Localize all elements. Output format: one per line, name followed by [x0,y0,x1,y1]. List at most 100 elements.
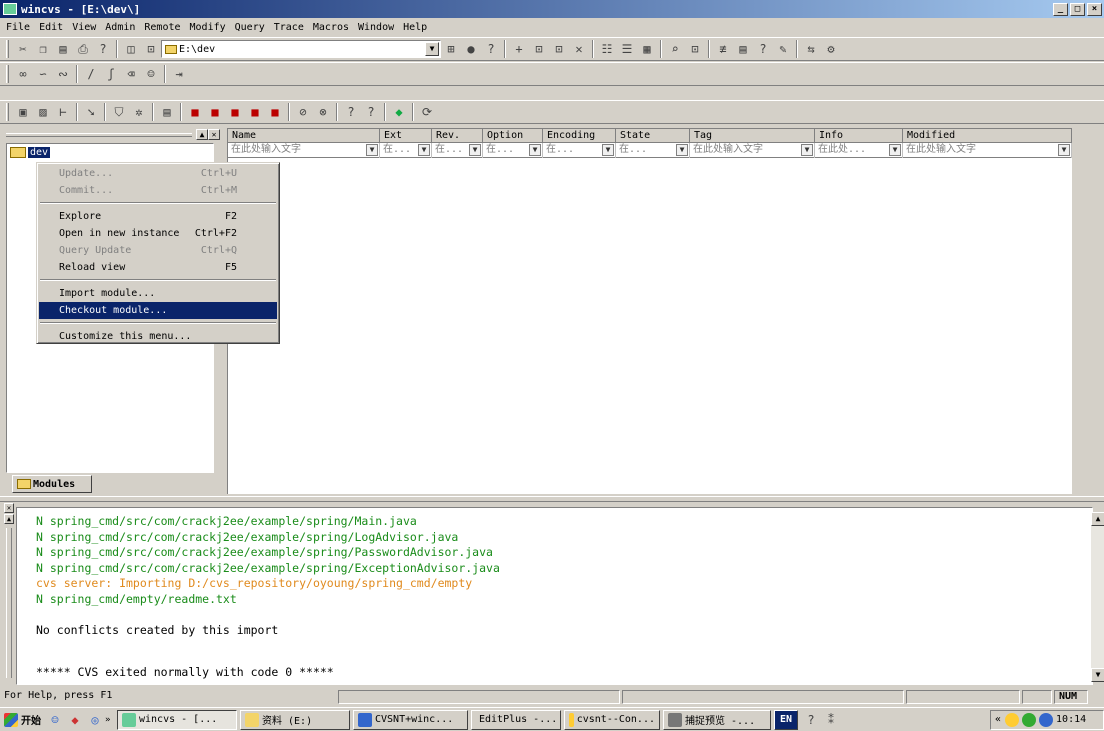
column-header-encoding[interactable]: Encoding [543,129,616,143]
toolbar-grip[interactable] [6,40,9,58]
menu-query[interactable]: Query [235,22,265,33]
menu-item-checkout-module[interactable]: Checkout module... [39,302,277,319]
hide-icon[interactable]: ⊘ [293,103,313,121]
chevron-down-icon[interactable]: ▼ [425,42,439,56]
help-context-icon[interactable]: ? [481,40,501,58]
filter-tag[interactable]: 在此处输入文字 ▼ [690,143,815,158]
column-header-modified[interactable]: Modified [903,129,1072,143]
column-header-state[interactable]: State [616,129,690,143]
quicklaunch-more-icon[interactable]: » [105,715,117,725]
file-list-body[interactable] [227,158,1072,494]
menu-item-reload-view[interactable]: Reload view F5 [39,259,277,276]
filter-modified[interactable]: 在此处输入文字 ▼ [903,143,1072,158]
column-header-name[interactable]: Name [228,129,380,143]
filter-icon[interactable]: ▼ [1058,144,1070,156]
graph-icon[interactable]: ◆ [389,103,409,121]
trace-icon[interactable]: ∞ [13,65,33,83]
hide-alt-icon[interactable]: ⊗ [313,103,333,121]
task-explorer[interactable]: 资料 (E:) [240,709,350,730]
tree-root[interactable]: dev [10,147,51,158]
scroll-up-icon[interactable]: ▲ [1091,512,1104,526]
menu-item-import-module[interactable]: Import module... [39,285,277,302]
ignore-icon[interactable]: ✲ [129,103,149,121]
filter-icon[interactable]: ▼ [529,144,541,156]
minimize-button[interactable]: _ [1053,2,1068,16]
browse-icon[interactable]: ◫ [121,40,141,58]
stop-icon[interactable]: ● [461,40,481,58]
show-unknown-icon[interactable]: ▣ [13,103,33,121]
filter-icon[interactable]: ▼ [469,144,481,156]
query-icon[interactable]: ? [341,103,361,121]
panel-grip[interactable] [6,132,192,137]
flat-view-icon[interactable]: ➘ [81,103,101,121]
menu-file[interactable]: File [6,22,30,33]
trace-graph-icon[interactable]: ∾ [53,65,73,83]
add-icon[interactable]: + [509,40,529,58]
filter-icon[interactable]: ▼ [418,144,430,156]
path-combo[interactable]: E:\dev ▼ [161,40,441,58]
menu-macros[interactable]: Macros [313,22,349,33]
show-missing-icon[interactable]: ▨ [33,103,53,121]
menu-view[interactable]: View [72,22,96,33]
changed-filter-icon[interactable]: ■ [265,103,285,121]
menu-item-customize[interactable]: Customize this menu... [39,328,277,345]
trace-alt-icon[interactable]: ∽ [33,65,53,83]
menu-trace[interactable]: Trace [274,22,304,33]
details-view-icon[interactable]: ☰ [617,40,637,58]
start-button[interactable]: 开始 [0,710,45,730]
list-view-icon[interactable]: ☷ [597,40,617,58]
add-unicode-icon[interactable]: ⊡ [549,40,569,58]
close-icon[interactable]: ✕ [4,503,14,513]
filter-rev[interactable]: 在... ▼ [432,143,483,158]
filter-option[interactable]: 在... ▼ [483,143,543,158]
output-grip[interactable] [6,528,12,678]
filter-name[interactable]: 在此处输入文字 ▼ [228,143,380,158]
menu-modify[interactable]: Modify [190,22,226,33]
search-icon[interactable]: ⌕ [665,40,685,58]
task-capture[interactable]: 捕捉预览 -... [663,709,771,730]
tray-expand-icon[interactable]: « [995,714,1001,725]
help-icon[interactable]: ? [93,40,113,58]
up-folder-icon[interactable]: ⊡ [141,40,161,58]
menu-item-explore[interactable]: Explore F2 [39,208,277,225]
scroll-down-icon[interactable]: ▼ [1091,668,1104,682]
filter-state[interactable]: 在... ▼ [616,143,690,158]
menu-item-update[interactable]: Update... Ctrl+U [39,165,277,182]
tray-network-icon[interactable] [1039,712,1054,727]
filter-icon[interactable]: ▼ [366,144,378,156]
pen-icon[interactable]: / [81,65,101,83]
clock[interactable]: 10:14 [1056,714,1086,725]
menu-help[interactable]: Help [403,22,427,33]
eraser-icon[interactable]: ⌫ [121,65,141,83]
export-icon[interactable]: ⇥ [169,65,189,83]
browse-location-icon[interactable]: ⊞ [441,40,461,58]
filter-icon[interactable]: ⛉ [109,103,129,121]
filter-icon[interactable]: ▼ [889,144,901,156]
settings-icon[interactable]: ⚙ [821,40,841,58]
menu-item-commit[interactable]: Commit... Ctrl+M [39,182,277,199]
cut-icon[interactable]: ✂ [13,40,33,58]
status-icon[interactable]: ? [753,40,773,58]
quicklaunch-browser-icon[interactable]: ◎ [85,711,105,729]
unknown-filter-icon[interactable]: ■ [225,103,245,121]
help-tray-icon[interactable]: ? [801,711,821,729]
maximize-button[interactable]: □ [1070,2,1085,16]
query-clear-icon[interactable]: ? [361,103,381,121]
filter-info[interactable]: 在此处... ▼ [815,143,903,158]
toolbar-grip[interactable] [6,103,9,121]
column-header-info[interactable]: Info [815,129,903,143]
modified-filter-icon[interactable]: ■ [185,103,205,121]
paste-icon[interactable]: ▤ [53,40,73,58]
menu-item-open-new-instance[interactable]: Open in new instance Ctrl+F2 [39,225,277,242]
restore-icon[interactable]: ▲ [4,514,14,524]
quicklaunch-editplus-icon[interactable]: ◆ [65,711,85,729]
menu-window[interactable]: Window [358,22,394,33]
close-button[interactable]: × [1087,2,1102,16]
remove-icon[interactable]: ✕ [569,40,589,58]
grid-view-icon[interactable]: ▦ [637,40,657,58]
menu-admin[interactable]: Admin [105,22,135,33]
person-icon[interactable]: ☺ [141,65,161,83]
menu-remote[interactable]: Remote [144,22,180,33]
missing-filter-icon[interactable]: ■ [245,103,265,121]
add-binary-icon[interactable]: ⊡ [529,40,549,58]
